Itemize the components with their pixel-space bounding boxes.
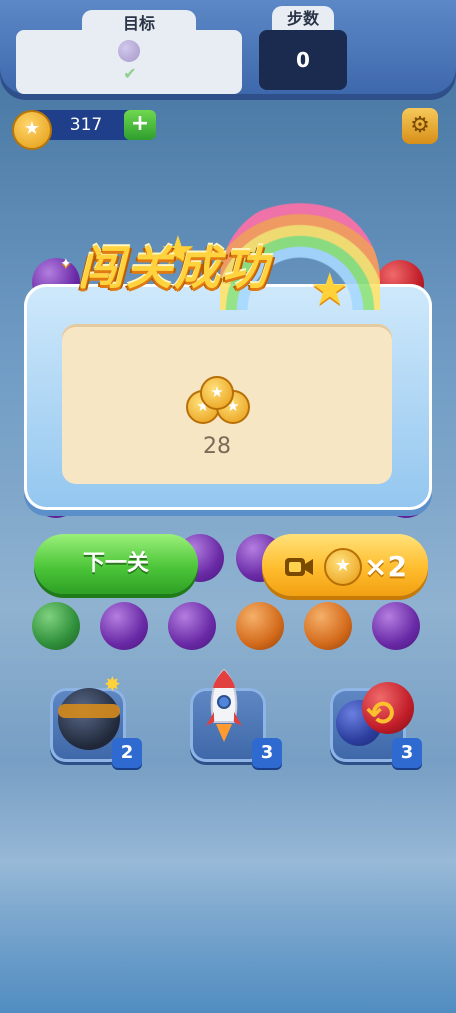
board-ball[interactable] — [32, 602, 80, 650]
next-level-button[interactable]: 下一关 — [34, 534, 198, 594]
board-ball[interactable] — [236, 602, 284, 650]
board-ball[interactable] — [372, 602, 420, 650]
video-icon — [285, 558, 313, 576]
coin-icon: ★ — [12, 110, 52, 150]
steps-label: 步数 — [272, 6, 334, 32]
swap-arrows-icon: ⟲ — [366, 694, 395, 734]
sparkle-icon: ✦ — [60, 256, 72, 272]
check-icon: ✔ — [123, 64, 137, 83]
board-ball[interactable] — [100, 602, 148, 650]
fuse-spark-icon: ✸ — [104, 672, 121, 696]
bomb-ring — [58, 704, 120, 718]
coin-icon: ★ — [324, 548, 362, 586]
win-title: 闯关成功 — [78, 241, 270, 295]
board-ball[interactable] — [168, 602, 216, 650]
reward-coins-icon: ★ ★ ★ — [186, 376, 250, 424]
board-ball[interactable] — [304, 602, 352, 650]
steps-value: 0 — [259, 30, 347, 90]
booster-count-badge: 3 — [392, 738, 422, 768]
background-fog — [0, 760, 456, 1013]
settings-gear-icon[interactable]: ⚙ — [402, 108, 438, 144]
reward-amount: 28 — [203, 434, 231, 459]
add-coins-button[interactable]: + — [124, 110, 156, 140]
bomb-icon — [58, 688, 120, 750]
rocket-icon — [206, 668, 242, 742]
target-label: 目标 — [82, 10, 196, 38]
target-ball-icon — [118, 40, 140, 62]
booster-count-badge: 3 — [252, 738, 282, 768]
booster-count-badge: 2 — [112, 738, 142, 768]
double-multiplier-label: ×2 — [364, 550, 407, 583]
